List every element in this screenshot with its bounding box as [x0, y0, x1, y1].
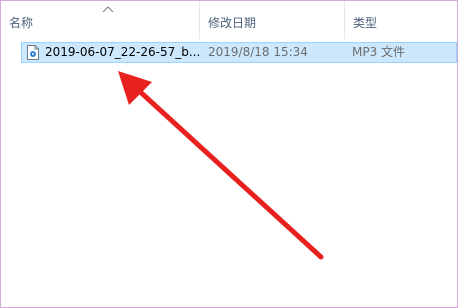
sort-ascending-icon[interactable]: [102, 5, 114, 13]
column-separator[interactable]: [344, 1, 345, 39]
column-header-modified[interactable]: 修改日期: [208, 15, 256, 31]
column-separator[interactable]: [199, 1, 200, 39]
file-row[interactable]: 2019-06-07_22-26-57_b... 2019/8/18 15:34…: [21, 42, 457, 63]
column-header-type[interactable]: 类型: [353, 15, 377, 31]
column-header-bar: 名称 修改日期 类型: [1, 1, 457, 39]
file-type: MP3 文件: [352, 45, 406, 59]
file-name: 2019-06-07_22-26-57_b...: [45, 45, 201, 59]
audio-file-icon: [27, 45, 39, 60]
file-explorer-pane: 名称 修改日期 类型 2019-06-07_22-26-57_b... 2019…: [0, 0, 458, 308]
column-header-name[interactable]: 名称: [9, 15, 33, 31]
file-modified-date: 2019/8/18 15:34: [208, 45, 308, 59]
